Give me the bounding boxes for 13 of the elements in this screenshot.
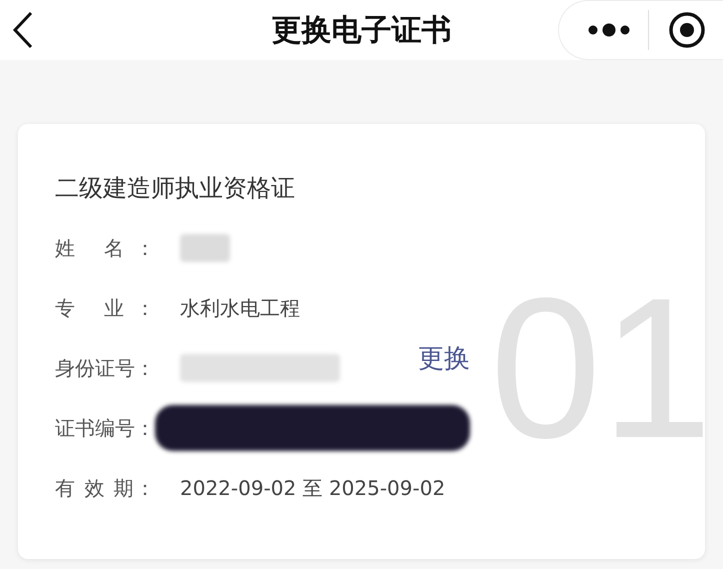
page-title: 更换电子证书 (270, 12, 452, 50)
close-target-icon[interactable] (668, 11, 706, 49)
field-label: 专 业： (55, 294, 155, 322)
more-icon[interactable] (588, 23, 630, 37)
field-label: 身份证号： (55, 354, 155, 382)
certificate-title: 二级建造师执业资格证 (55, 173, 296, 204)
field-value: 水利水电工程 (180, 294, 300, 322)
field-label: 证书编号： (55, 414, 155, 442)
field-value: 2022-09-02 至 2025-09-02 (180, 474, 446, 502)
field-label: 姓 名： (55, 234, 155, 262)
replace-link[interactable]: 更换 (418, 341, 470, 376)
field-label: 有 效 期： (55, 474, 155, 502)
back-icon[interactable] (12, 11, 34, 49)
